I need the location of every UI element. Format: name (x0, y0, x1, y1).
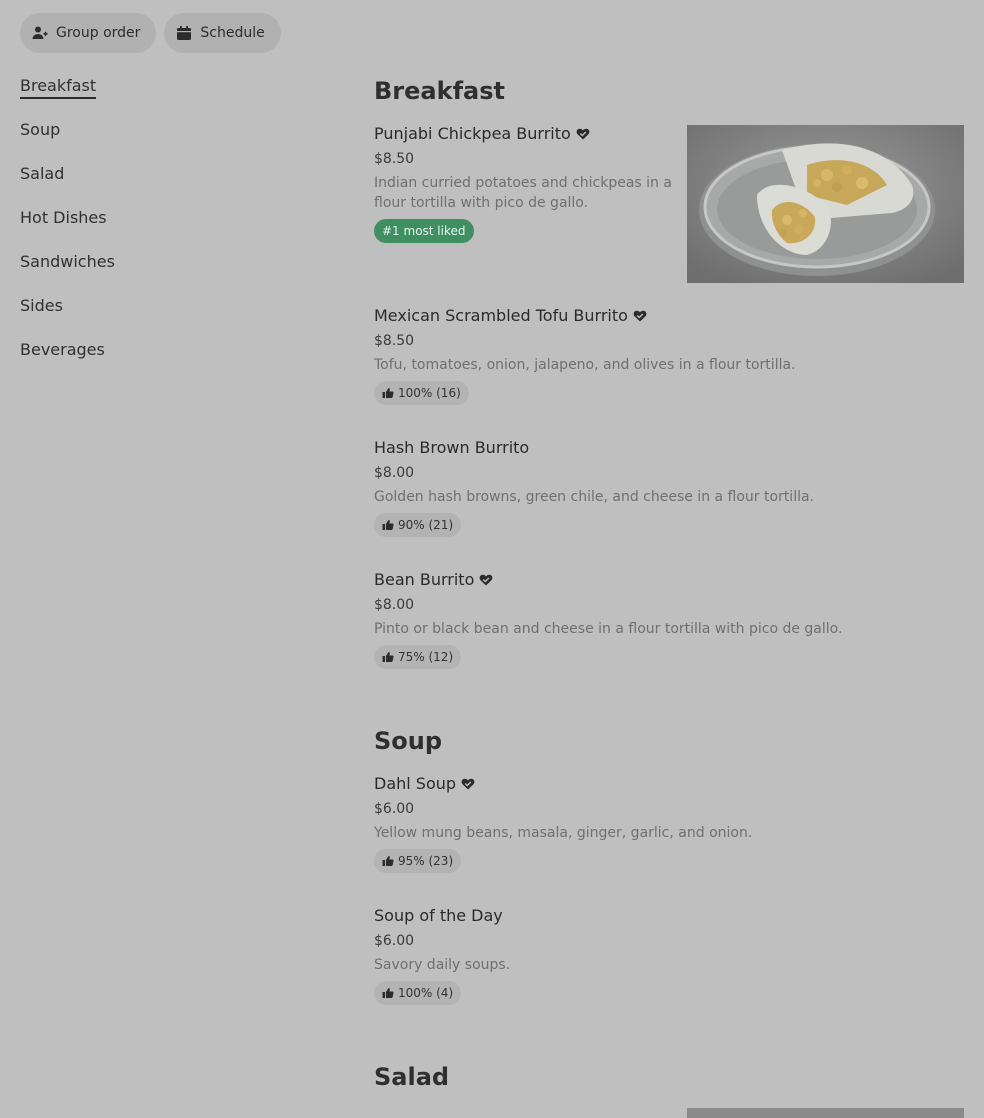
item-name: Punjabi Chickpea Burrito (374, 124, 571, 143)
sidebar-item-label: Breakfast (20, 76, 97, 99)
badge-label: 75% (12) (398, 650, 454, 664)
item-description: Indian curried potatoes and chickpeas in… (374, 175, 672, 211)
section-title-salad: Salad (374, 1063, 450, 1091)
sidebar-item-breakfast[interactable]: Breakfast (20, 74, 320, 118)
thumbs-up-icon (382, 387, 394, 399)
person-add-icon (32, 25, 48, 41)
item-description: Golden hash browns, green chile, and che… (374, 489, 815, 505)
rating-badge: 100% (16) (374, 381, 469, 405)
sidebar-item-soup[interactable]: Soup (20, 118, 320, 162)
item-description: Yellow mung beans, masala, ginger, garli… (374, 825, 753, 841)
schedule-label: Schedule (200, 25, 265, 41)
sidebar-item-salad[interactable]: Salad (20, 162, 320, 206)
section-title-breakfast: Breakfast (374, 77, 505, 105)
item-name: Bean Burrito (374, 570, 475, 589)
item-image[interactable] (687, 1108, 964, 1118)
sidebar-item-sides[interactable]: Sides (20, 294, 320, 338)
item-name: Hash Brown Burrito (374, 438, 530, 457)
menu-item[interactable]: Bean Burrito $8.00 Pinto or black bean a… (374, 570, 964, 669)
badge-label: 100% (16) (398, 386, 461, 400)
item-name-row: Soup of the Day (374, 906, 964, 926)
rating-badge: 90% (21) (374, 513, 462, 537)
heart-icon (479, 573, 493, 587)
section-title-soup: Soup (374, 727, 443, 755)
badge-label: #1 most liked (382, 224, 466, 238)
rating-badge: 75% (12) (374, 645, 462, 669)
group-order-button[interactable]: Group order (20, 13, 157, 53)
heart-icon (461, 777, 475, 791)
item-price: $8.50 (374, 333, 415, 349)
sidebar-item-label: Salad (20, 164, 65, 183)
item-name-row: Hash Brown Burrito (374, 438, 964, 458)
menu-item[interactable]: Soup of the Day $6.00 Savory daily soups… (374, 906, 964, 1005)
menu-item[interactable]: Hash Brown Burrito $8.00 Golden hash bro… (374, 438, 964, 537)
sidebar-item-label: Soup (20, 120, 61, 139)
rating-badge: 95% (23) (374, 849, 462, 873)
item-price: $8.00 (374, 465, 415, 481)
burrito-photo (687, 125, 964, 283)
item-name: Dahl Soup (374, 774, 457, 793)
badge-label: 100% (4) (398, 986, 454, 1000)
top-actions: Group order Schedule (20, 13, 281, 53)
heart-icon (633, 309, 647, 323)
item-description: Pinto or black bean and cheese in a flou… (374, 621, 843, 637)
badge-label: 95% (23) (398, 854, 454, 868)
item-name-row: Bean Burrito (374, 570, 964, 590)
item-price: $6.00 (374, 801, 415, 817)
group-order-label: Group order (56, 25, 141, 41)
item-name-row: Dahl Soup (374, 774, 964, 794)
item-image[interactable] (687, 125, 964, 283)
item-price: $6.00 (374, 933, 415, 949)
most-liked-badge: #1 most liked (374, 219, 474, 243)
menu-item[interactable]: Mexican Scrambled Tofu Burrito $8.50 Tof… (374, 306, 964, 405)
badge-label: 90% (21) (398, 518, 454, 532)
item-name-row: Mexican Scrambled Tofu Burrito (374, 306, 964, 326)
item-description: Tofu, tomatoes, onion, jalapeno, and oli… (374, 357, 796, 373)
sidebar-item-hot-dishes[interactable]: Hot Dishes (20, 206, 320, 250)
sidebar-item-sandwiches[interactable]: Sandwiches (20, 250, 320, 294)
schedule-button[interactable]: Schedule (164, 13, 281, 53)
item-description: Savory daily soups. (374, 957, 511, 973)
heart-icon (576, 127, 590, 141)
rating-badge: 100% (4) (374, 981, 462, 1005)
item-name: Soup of the Day (374, 906, 503, 925)
thumbs-up-icon (382, 855, 394, 867)
thumbs-up-icon (382, 987, 394, 999)
item-price: $8.00 (374, 597, 415, 613)
sidebar-item-label: Sides (20, 296, 63, 315)
sidebar-item-label: Hot Dishes (20, 208, 107, 227)
sidebar-item-label: Beverages (20, 340, 105, 359)
menu-item[interactable]: Dahl Soup $6.00 Yellow mung beans, masal… (374, 774, 964, 873)
thumbs-up-icon (382, 651, 394, 663)
item-name: Mexican Scrambled Tofu Burrito (374, 306, 628, 325)
thumbs-up-icon (382, 519, 394, 531)
calendar-icon (176, 25, 192, 41)
sidebar-item-label: Sandwiches (20, 252, 115, 271)
sidebar-item-beverages[interactable]: Beverages (20, 338, 320, 382)
category-sidebar: Breakfast Soup Salad Hot Dishes Sandwich… (20, 74, 320, 382)
